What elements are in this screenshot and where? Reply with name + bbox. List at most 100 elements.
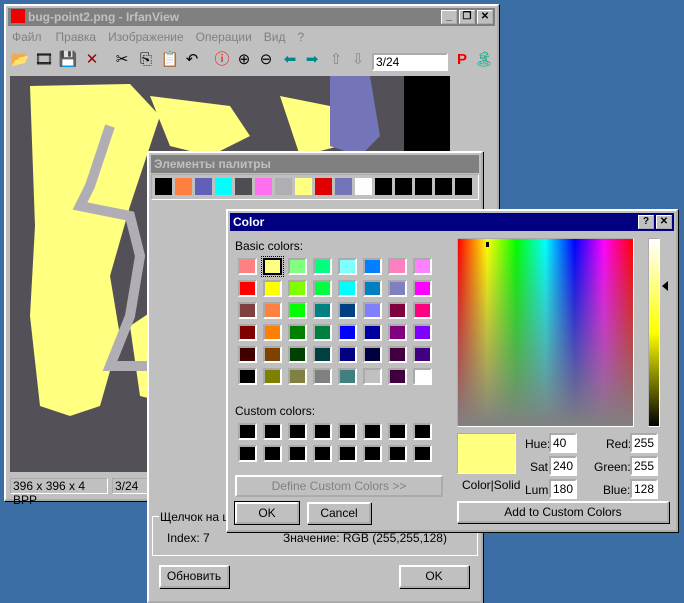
basic-color-swatch[interactable]	[388, 346, 407, 363]
delete-icon[interactable]: ✕	[82, 50, 102, 70]
basic-color-swatch[interactable]	[288, 258, 307, 275]
color-ok-button[interactable]: OK	[234, 501, 300, 525]
palette-swatch[interactable]	[195, 178, 212, 195]
basic-color-swatch[interactable]	[413, 258, 432, 275]
green-field[interactable]: 255	[630, 456, 658, 476]
first-icon[interactable]: ⇧	[326, 50, 346, 70]
basic-color-swatch[interactable]	[413, 302, 432, 319]
basic-color-swatch[interactable]	[288, 324, 307, 341]
last-icon[interactable]: ⇩	[348, 50, 368, 70]
custom-color-swatch[interactable]	[413, 445, 432, 462]
basic-color-swatch[interactable]	[413, 324, 432, 341]
basic-color-swatch[interactable]	[338, 258, 357, 275]
menu-operations[interactable]: Операции	[196, 30, 252, 44]
basic-color-swatch[interactable]	[363, 302, 382, 319]
basic-color-swatch[interactable]	[313, 346, 332, 363]
basic-color-swatch[interactable]	[413, 280, 432, 297]
custom-color-swatch[interactable]	[263, 423, 282, 440]
basic-color-swatch[interactable]	[388, 324, 407, 341]
info-icon[interactable]: ⓘ	[212, 50, 232, 70]
basic-color-swatch[interactable]	[363, 346, 382, 363]
red-field[interactable]: 255	[630, 433, 658, 453]
palette-swatch[interactable]	[175, 178, 192, 195]
basic-color-swatch[interactable]	[413, 368, 432, 385]
sat-field[interactable]: 240	[549, 456, 577, 476]
basic-color-swatch[interactable]	[338, 324, 357, 341]
basic-color-swatch[interactable]	[338, 368, 357, 385]
custom-color-swatch[interactable]	[388, 423, 407, 440]
palette-swatch[interactable]	[455, 178, 472, 195]
menu-image[interactable]: Изображение	[108, 30, 184, 44]
custom-color-swatch[interactable]	[313, 445, 332, 462]
menu-help[interactable]: ?	[298, 30, 305, 44]
custom-color-swatch[interactable]	[263, 445, 282, 462]
basic-color-swatch[interactable]	[263, 324, 282, 341]
basic-color-swatch[interactable]	[288, 368, 307, 385]
palette-swatch[interactable]	[315, 178, 332, 195]
palette-swatch[interactable]	[335, 178, 352, 195]
page-field[interactable]: 3/24	[372, 53, 448, 71]
zoom-in-icon[interactable]: ⊕	[234, 50, 254, 70]
basic-color-swatch[interactable]	[338, 302, 357, 319]
basic-color-swatch[interactable]	[238, 302, 257, 319]
custom-color-swatch[interactable]	[313, 423, 332, 440]
custom-color-swatch[interactable]	[363, 445, 382, 462]
basic-color-swatch[interactable]	[388, 368, 407, 385]
close-button[interactable]: ✕	[477, 10, 493, 24]
palette-swatch[interactable]	[295, 178, 312, 195]
basic-color-swatch[interactable]	[338, 346, 357, 363]
basic-color-swatch[interactable]	[388, 258, 407, 275]
cancel-button[interactable]: Cancel	[307, 502, 371, 524]
basic-color-swatch[interactable]	[263, 302, 282, 319]
blue-field[interactable]: 128	[630, 479, 658, 499]
slideshow-icon[interactable]: 🎞	[34, 50, 54, 70]
basic-color-swatch[interactable]	[363, 324, 382, 341]
custom-color-swatch[interactable]	[288, 423, 307, 440]
prev-icon[interactable]: ⬅	[280, 50, 300, 70]
basic-color-swatch[interactable]	[363, 280, 382, 297]
palette-swatch[interactable]	[395, 178, 412, 195]
hue-field[interactable]: 40	[549, 433, 577, 453]
about-icon[interactable]: 🏝	[474, 50, 494, 70]
basic-color-swatch[interactable]	[238, 258, 257, 275]
minimize-button[interactable]: _	[441, 10, 457, 24]
basic-color-swatch[interactable]	[288, 280, 307, 297]
basic-color-swatch[interactable]	[261, 256, 284, 277]
palette-swatch[interactable]	[435, 178, 452, 195]
palette-swatch[interactable]	[415, 178, 432, 195]
custom-color-swatch[interactable]	[413, 423, 432, 440]
cut-icon[interactable]: ✂	[112, 50, 132, 70]
paint-icon[interactable]: P	[452, 50, 472, 70]
undo-icon[interactable]: ↶	[182, 50, 202, 70]
basic-color-swatch[interactable]	[313, 368, 332, 385]
basic-color-swatch[interactable]	[238, 280, 257, 297]
basic-color-swatch[interactable]	[313, 258, 332, 275]
copy-icon[interactable]: ⎘	[136, 50, 156, 70]
next-icon[interactable]: ➡	[302, 50, 322, 70]
paste-icon[interactable]: 📋	[160, 50, 180, 70]
basic-color-swatch[interactable]	[238, 368, 257, 385]
zoom-out-icon[interactable]: ⊖	[256, 50, 276, 70]
custom-color-swatch[interactable]	[363, 423, 382, 440]
palette-swatch[interactable]	[235, 178, 252, 195]
basic-color-swatch[interactable]	[313, 324, 332, 341]
help-button[interactable]: ?	[638, 215, 654, 229]
refresh-button[interactable]: Обновить	[159, 565, 229, 588]
menu-edit[interactable]: Правка	[56, 30, 97, 44]
basic-color-swatch[interactable]	[313, 280, 332, 297]
menu-file[interactable]: Файл	[12, 30, 42, 44]
custom-color-swatch[interactable]	[288, 445, 307, 462]
basic-color-swatch[interactable]	[388, 302, 407, 319]
custom-color-swatch[interactable]	[238, 445, 257, 462]
custom-color-swatch[interactable]	[338, 423, 357, 440]
basic-color-swatch[interactable]	[413, 346, 432, 363]
open-icon[interactable]: 📂	[10, 50, 30, 70]
basic-color-swatch[interactable]	[263, 368, 282, 385]
basic-color-swatch[interactable]	[363, 368, 382, 385]
palette-ok-button[interactable]: OK	[399, 565, 469, 588]
lum-field[interactable]: 180	[549, 479, 577, 499]
color-spectrum[interactable]	[457, 238, 634, 427]
menu-view[interactable]: Вид	[264, 30, 286, 44]
basic-color-swatch[interactable]	[388, 280, 407, 297]
palette-swatch[interactable]	[275, 178, 292, 195]
